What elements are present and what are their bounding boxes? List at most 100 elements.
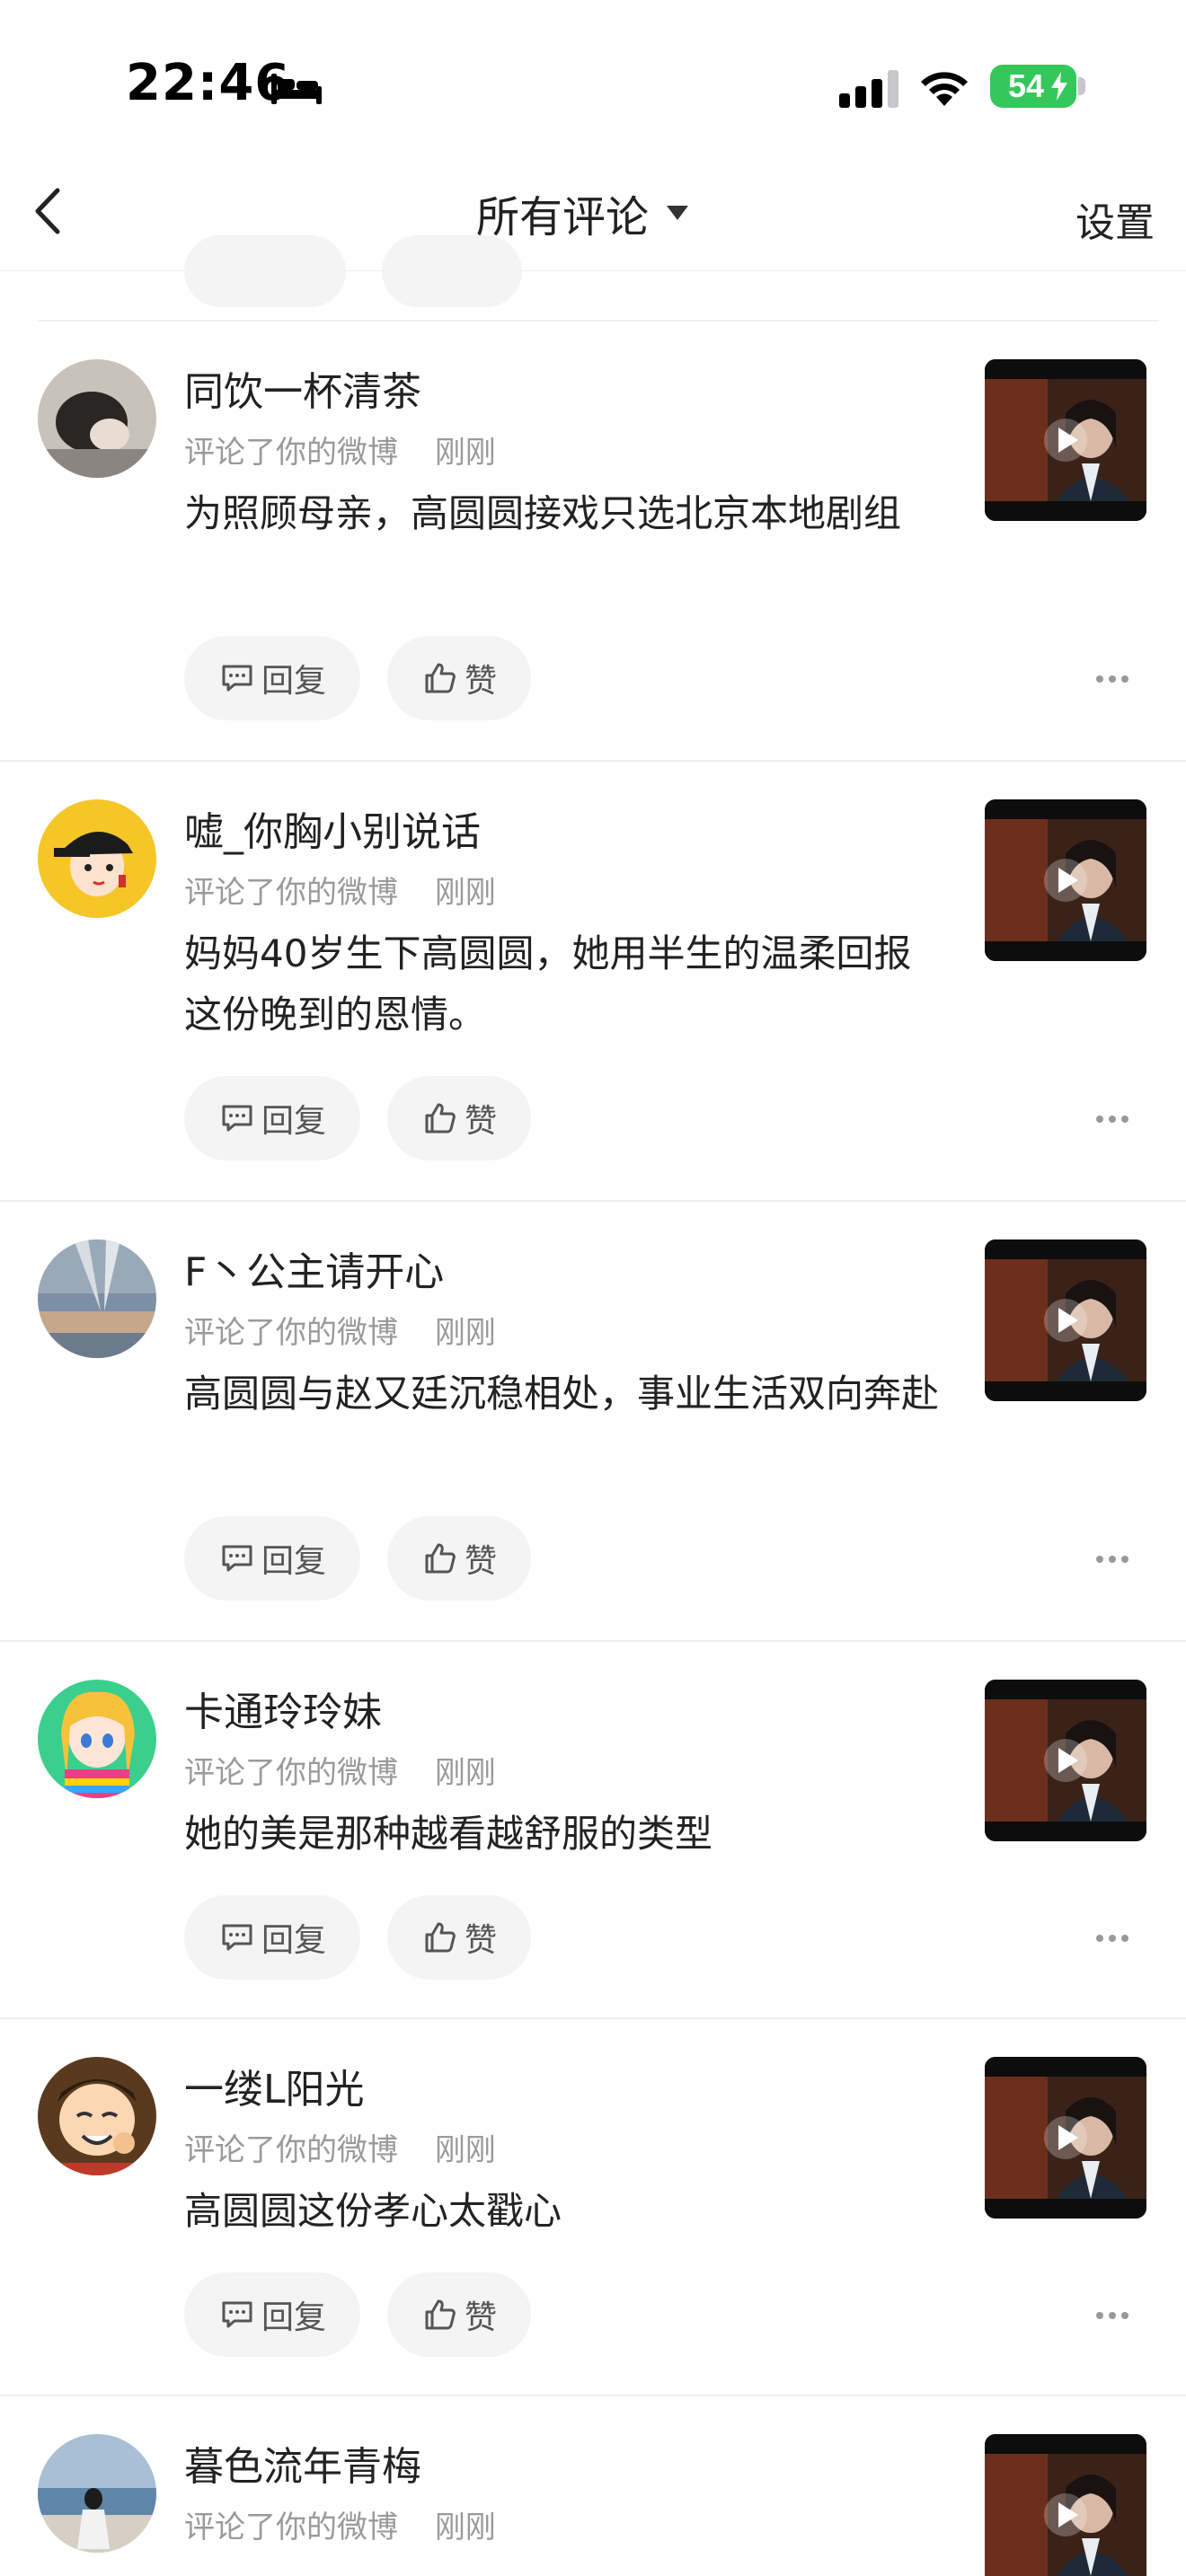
comment-meta: 评论了你的微博 刚刚 (184, 2125, 523, 2169)
comment-meta: 评论了你的微博 刚刚 (184, 868, 523, 912)
reply-button[interactable]: 回复 (184, 2272, 361, 2357)
settings-button[interactable]: 设置 (1075, 190, 1155, 248)
back-chevron-icon[interactable] (27, 181, 72, 241)
meta-action: 评论了你的微博 (184, 435, 398, 471)
avatar-image (38, 2434, 156, 2553)
avatar-image (38, 1239, 156, 1358)
video-thumbnail-image (985, 799, 1146, 961)
like-button[interactable]: 赞 (387, 2272, 532, 2357)
reply-button[interactable]: 回复 (184, 1895, 361, 1980)
comment-text: 高圆圆这份孝心太戳心 (184, 2189, 562, 2233)
like-label: 赞 (465, 1543, 498, 1580)
comment-bubble-icon (222, 1924, 252, 1951)
comment-item: 卡通玲玲妹 评论了你的微博 刚刚 她的美是那种越看越舒服的类型 回复 赞 (0, 1642, 1186, 2019)
like-button[interactable]: 赞 (387, 1516, 532, 1601)
video-thumbnail-image (985, 2057, 1146, 2219)
more-options-icon[interactable] (1094, 1554, 1130, 1565)
video-thumbnail[interactable] (985, 1239, 1146, 1401)
video-thumbnail-image (985, 1680, 1146, 1841)
video-thumbnail[interactable] (985, 359, 1146, 521)
avatar[interactable] (38, 1680, 156, 1798)
meta-time: 刚刚 (434, 435, 496, 471)
dropdown-caret-icon (667, 206, 689, 220)
like-label: 赞 (465, 2299, 498, 2336)
reply-button[interactable]: 回复 (184, 636, 361, 720)
comment-item: 暮色流年青梅 评论了你的微博 刚刚 (0, 2396, 1186, 2576)
like-label: 赞 (465, 663, 498, 700)
comment-text: 妈妈40岁生下高圆圆，她用半生的温柔回报这份晚到的恩情。 (184, 931, 912, 1037)
meta-action: 评论了你的微博 (184, 2132, 398, 2168)
comment-text: 高圆圆与赵又廷沉稳相处，事业生活双向奔赴 (184, 1372, 940, 1416)
video-thumbnail[interactable] (985, 2057, 1146, 2219)
like-button[interactable]: 赞 (387, 636, 532, 720)
comment-bubble-icon (222, 1105, 252, 1132)
more-options-icon[interactable] (1094, 1114, 1130, 1125)
nav-bar: 所有评论 设置 (0, 162, 1186, 271)
like-label: 赞 (465, 1103, 498, 1140)
status-bar: 22:46 54 (0, 0, 1186, 162)
video-thumbnail[interactable] (985, 1680, 1146, 1841)
previous-reply-pill (184, 235, 346, 307)
avatar[interactable] (38, 359, 156, 478)
video-thumbnail[interactable] (985, 799, 1146, 961)
charging-bolt-icon (1051, 72, 1067, 101)
avatar[interactable] (38, 799, 156, 918)
meta-action: 评论了你的微博 (184, 2510, 398, 2545)
comment-meta: 评论了你的微博 刚刚 (184, 1748, 523, 1792)
avatar-image (38, 2057, 156, 2175)
comment-bubble-icon (222, 1545, 252, 1572)
avatar-image (38, 1680, 156, 1798)
cellular-signal-icon (839, 70, 898, 108)
comment-item: 同饮一杯清茶 评论了你的微博 刚刚 为照顾母亲，高圆圆接戏只选北京本地剧组 回复… (0, 322, 1186, 762)
meta-time: 刚刚 (434, 1755, 496, 1791)
comment-actions: 回复 赞 (184, 1895, 558, 1980)
avatar-image (38, 359, 156, 478)
comment-meta: 评论了你的微博 刚刚 (184, 428, 523, 472)
comment-bubble-icon (222, 2301, 252, 2328)
more-options-icon[interactable] (1094, 674, 1130, 684)
avatar[interactable] (38, 2434, 156, 2553)
battery-cap (1078, 77, 1085, 95)
comment-filter-dropdown[interactable]: 所有评论 (476, 183, 690, 243)
reply-label: 回复 (261, 1103, 327, 1140)
user-name[interactable]: 暮色流年青梅 (184, 2434, 421, 2492)
comment-actions: 回复 赞 (184, 1516, 558, 1601)
comment-actions: 回复 赞 (184, 1076, 558, 1160)
comment-actions: 回复 赞 (184, 2272, 558, 2357)
reply-button[interactable]: 回复 (184, 1516, 361, 1601)
meta-time: 刚刚 (434, 2510, 496, 2545)
video-thumbnail-image (985, 1239, 1146, 1401)
comment-list: 同饮一杯清茶 评论了你的微博 刚刚 为照顾母亲，高圆圆接戏只选北京本地剧组 回复… (0, 322, 1186, 2576)
avatar[interactable] (38, 2057, 156, 2175)
reply-label: 回复 (261, 2299, 327, 2336)
user-name[interactable]: F丶公主请开心 (184, 1239, 444, 1297)
wifi-icon (921, 72, 968, 106)
status-time: 22:46 (126, 54, 291, 112)
reply-button[interactable]: 回复 (184, 1076, 361, 1160)
like-label: 赞 (465, 1922, 498, 1959)
meta-action: 评论了你的微博 (184, 875, 398, 911)
user-name[interactable]: 嘘_你胸小别说话 (184, 799, 481, 857)
user-name[interactable]: 卡通玲玲妹 (184, 1680, 382, 1737)
comment-meta: 评论了你的微博 刚刚 (184, 1308, 523, 1352)
comment-meta: 评论了你的微博 刚刚 (184, 2502, 523, 2546)
more-options-icon[interactable] (1094, 1933, 1130, 1944)
comment-text: 她的美是那种越看越舒服的类型 (184, 1812, 713, 1856)
video-thumbnail[interactable] (985, 2434, 1146, 2576)
comment-item: 一缕L阳光 评论了你的微博 刚刚 高圆圆这份孝心太戳心 回复 赞 (0, 2019, 1186, 2396)
user-name[interactable]: 一缕L阳光 (184, 2057, 365, 2114)
like-button[interactable]: 赞 (387, 1895, 532, 1980)
reply-label: 回复 (261, 663, 327, 700)
thumbs-up-icon (425, 1103, 456, 1134)
thumbs-up-icon (425, 663, 456, 693)
reply-label: 回复 (261, 1922, 327, 1959)
more-options-icon[interactable] (1094, 2310, 1130, 2321)
thumbs-up-icon (425, 1922, 456, 1953)
avatar[interactable] (38, 1239, 156, 1358)
thumbs-up-icon (425, 1543, 456, 1574)
previous-item-sliver (0, 235, 1186, 322)
meta-action: 评论了你的微博 (184, 1315, 398, 1351)
user-name[interactable]: 同饮一杯清茶 (184, 359, 421, 417)
battery-indicator: 54 (990, 65, 1076, 108)
like-button[interactable]: 赞 (387, 1076, 532, 1160)
